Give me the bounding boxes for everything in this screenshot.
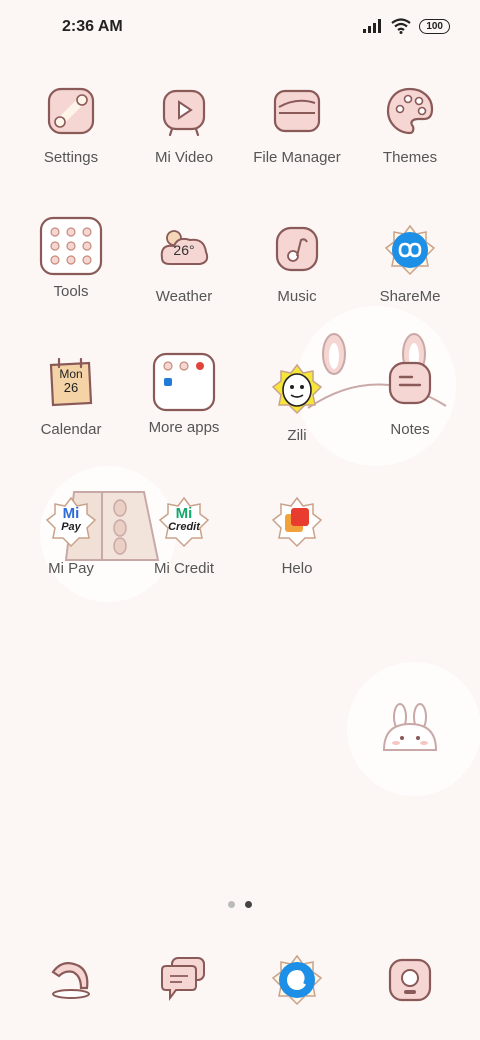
palette-icon: [382, 83, 438, 139]
status-icons: 100: [363, 18, 450, 34]
app-label: Music: [277, 288, 317, 305]
dock-camera[interactable]: [382, 952, 438, 1008]
app-label: More apps: [148, 419, 220, 436]
weather-icon: 26°: [156, 222, 212, 278]
tools-folder-icon: [39, 214, 103, 278]
app-music[interactable]: Music: [237, 222, 357, 305]
app-notes[interactable]: Notes: [350, 355, 470, 438]
app-mi-credit[interactable]: Mi Credit Mi Credit: [124, 494, 244, 577]
phone-icon: [51, 961, 90, 999]
helo-icon: [269, 494, 325, 550]
app-label: Mi Credit: [153, 560, 214, 577]
calendar-day: Mon: [59, 367, 83, 381]
app-more-apps[interactable]: More apps: [124, 350, 244, 436]
signal-icon: [363, 19, 382, 33]
app-zili[interactable]: Zili: [237, 361, 357, 444]
app-calendar[interactable]: Mon 26 Calendar: [11, 355, 131, 438]
folder-icon: [269, 83, 325, 139]
app-shareme[interactable]: ShareMe: [350, 222, 470, 305]
status-bar: 2:36 AM 100: [0, 0, 480, 56]
app-settings[interactable]: Settings: [11, 83, 131, 166]
mi-credit-badge-bottom: Credit: [168, 521, 200, 533]
app-label: Themes: [382, 149, 438, 166]
settings-icon: [43, 83, 99, 139]
dock-messages[interactable]: [156, 952, 212, 1008]
app-label: Settings: [43, 149, 99, 166]
messages-icon: [161, 957, 205, 1001]
app-file-manager[interactable]: File Manager: [237, 83, 357, 166]
dock-phone[interactable]: [43, 952, 99, 1008]
clock: 2:36 AM: [62, 18, 123, 35]
calendar-icon: Mon 26: [43, 355, 99, 411]
camera-icon: [388, 958, 432, 1002]
bunny-decoration: [382, 703, 438, 751]
browser-icon: [271, 954, 323, 1006]
mi-pay-badge-bottom: Pay: [61, 521, 81, 533]
battery-indicator: 100: [419, 18, 450, 34]
wifi-icon: [391, 18, 411, 34]
mi-credit-badge-top: Mi: [175, 505, 193, 522]
more-apps-folder-icon: [152, 350, 216, 414]
calendar-date: 26: [63, 380, 79, 395]
app-mi-pay[interactable]: Mi Pay Mi Pay: [11, 494, 131, 577]
shareme-icon: [382, 222, 438, 278]
page-indicator[interactable]: [228, 901, 252, 908]
app-label: Mi Video: [154, 149, 214, 166]
weather-temperature: 26°: [173, 242, 195, 258]
notes-icon: [382, 355, 438, 411]
app-label: Zili: [287, 427, 307, 444]
app-label: Mi Pay: [48, 560, 94, 577]
dock-browser[interactable]: [269, 952, 325, 1008]
page-dot-1[interactable]: [228, 901, 235, 908]
mi-pay-badge-top: Mi: [62, 505, 80, 522]
app-label: ShareMe: [379, 288, 441, 305]
app-weather[interactable]: 26° Weather: [124, 222, 244, 305]
app-label: Notes: [390, 421, 430, 438]
zili-icon: [269, 361, 325, 417]
app-tools[interactable]: Tools: [11, 214, 131, 300]
app-label: Calendar: [40, 421, 102, 438]
mi-credit-icon: Mi Credit: [156, 494, 212, 550]
app-label: Weather: [155, 288, 213, 305]
video-icon: [156, 83, 212, 139]
app-mi-video[interactable]: Mi Video: [124, 83, 244, 166]
app-helo[interactable]: Helo: [237, 494, 357, 577]
app-themes[interactable]: Themes: [350, 83, 470, 166]
page-dot-2[interactable]: [245, 901, 252, 908]
app-label: Tools: [53, 283, 89, 300]
app-label: Helo: [281, 560, 313, 577]
app-label: File Manager: [253, 149, 341, 166]
mi-pay-icon: Mi Pay: [43, 494, 99, 550]
music-icon: [269, 222, 325, 278]
